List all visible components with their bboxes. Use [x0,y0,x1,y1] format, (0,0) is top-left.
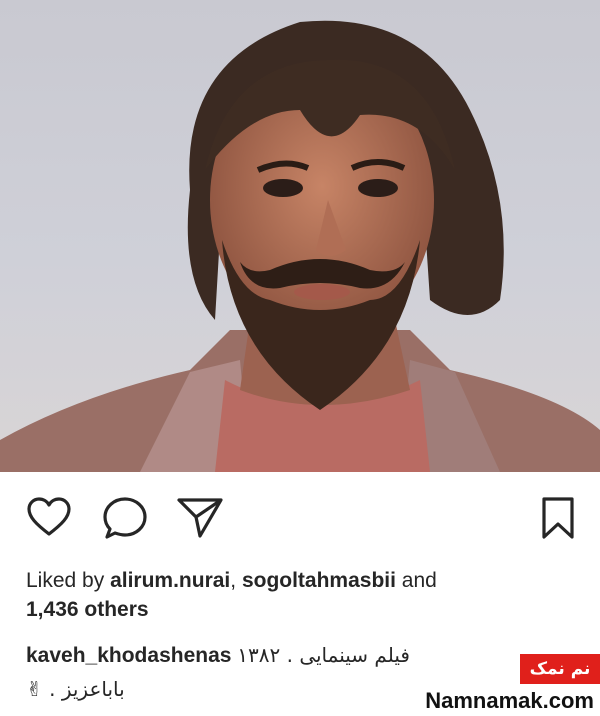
watermark-site: Namnamak.com [425,688,594,713]
likes-count[interactable]: 1,436 others [26,598,149,621]
post-photo[interactable] [0,0,600,472]
likes-prefix: Liked by [26,569,111,592]
likes-separator: , [230,569,242,592]
comment-icon[interactable] [102,496,148,545]
likes-and: and [395,569,437,592]
post-caption: kaveh_khodashenas فیلم سینمایی . ۱۳۸۲ [26,640,586,671]
likes-summary: Liked by alirum.nurai, sogoltahmasbii an… [26,566,586,624]
share-icon[interactable] [176,496,224,545]
caption-text-continued: باباعزیز . ✌ [26,677,125,701]
watermark-badge: نم نمک [520,654,600,684]
caption-text: فیلم سینمایی . ۱۳۸۲ [237,643,410,667]
heart-icon[interactable] [26,496,72,543]
liker-username[interactable]: alirum.nurai [110,569,230,592]
portrait-illustration [0,20,600,472]
liker-username[interactable]: sogoltahmasbii [242,569,396,592]
post-action-bar [0,472,600,564]
caption-username[interactable]: kaveh_khodashenas [26,644,231,667]
bookmark-icon[interactable] [540,496,576,545]
